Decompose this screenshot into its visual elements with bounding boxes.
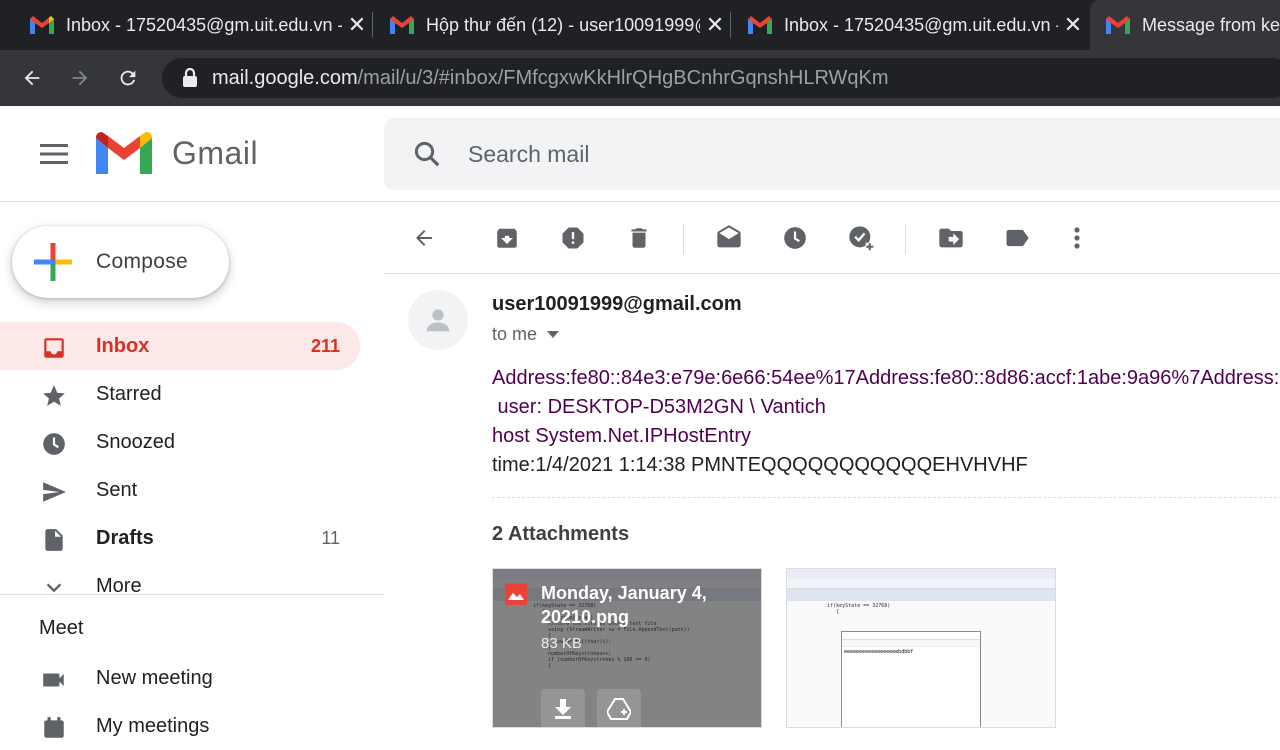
label-tag-icon[interactable]	[997, 218, 1037, 258]
browser-toolbar: mail.google.com/mail/u/3/#inbox/FMfcgxwK…	[0, 50, 1280, 106]
gmail-favicon-icon	[390, 16, 414, 34]
sidebar-item-label: New meeting	[96, 666, 213, 689]
sidebar-item-label: Drafts	[96, 526, 154, 549]
star-icon	[40, 382, 68, 410]
tab-title: Inbox - 17520435@gm.uit.edu.vn - Gmail	[66, 14, 342, 35]
calendar-icon	[40, 714, 68, 742]
body-line-host: host System.Net.IPHostEntry	[492, 425, 751, 447]
compose-plus-icon	[34, 243, 72, 281]
attachment-filesize: 83 KB	[541, 635, 582, 652]
attachment-info: Monday, January 4, 20210.png 83 KB	[541, 581, 741, 652]
toolbar-separator	[683, 224, 684, 254]
snooze-clock-icon[interactable]	[775, 218, 815, 258]
mark-unread-icon[interactable]	[709, 218, 749, 258]
video-camera-icon	[40, 666, 68, 694]
gmail-favicon-icon	[1106, 16, 1130, 34]
draft-icon	[40, 526, 68, 554]
inbox-icon	[40, 334, 68, 362]
chevron-down-icon	[40, 574, 68, 602]
meet-section-title: Meet	[39, 617, 84, 639]
close-tab-icon[interactable]: ✕	[342, 12, 372, 38]
drafts-count: 11	[321, 527, 340, 548]
sender-avatar[interactable]	[408, 290, 468, 350]
sidebar-item-drafts[interactable]: Drafts 11	[0, 514, 360, 562]
gmail-wordmark: Gmail	[172, 134, 259, 171]
attachment-card-2[interactable]: if(keyState == 32768) { eeeeeeeeeeeeeeee…	[786, 568, 1056, 728]
attachments-divider	[492, 497, 1280, 498]
sidebar-item-label: Starred	[96, 382, 162, 405]
toolbar-separator	[905, 224, 906, 254]
send-icon	[40, 478, 68, 506]
tab-title: Message from keylogger	[1142, 14, 1280, 35]
more-options-icon[interactable]	[1057, 218, 1097, 258]
url-text: mail.google.com/mail/u/3/#inbox/FMfcgxwK…	[212, 67, 889, 90]
browser-tab-4-active[interactable]: Message from keylogger	[1090, 0, 1280, 50]
sidebar-item-inbox[interactable]: Inbox 211	[0, 322, 360, 370]
compose-button[interactable]: Compose	[12, 226, 229, 298]
attachment-thumbnail: if(keyState == 32768) { eeeeeeeeeeeeeeee…	[787, 569, 1055, 727]
attachment-card-1[interactable]: if(keyState == 32768) { sw.Write((char) …	[492, 568, 762, 728]
attachments-title: 2 Attachments	[492, 523, 630, 545]
add-to-tasks-icon[interactable]	[841, 218, 881, 258]
search-icon[interactable]	[412, 139, 442, 169]
sidebar-item-more[interactable]: More	[0, 562, 360, 610]
body-line-time: time:1/4/2021 1:14:38 PMNTEQQQQQQQQQQQEH…	[492, 454, 1028, 476]
compose-label: Compose	[96, 250, 188, 273]
browser-tab-2[interactable]: Hộp thư đến (12) - user10091999@gmail.co…	[372, 0, 730, 50]
person-icon	[426, 309, 450, 332]
gmail-header: Gmail Search mail	[0, 106, 1280, 202]
back-to-inbox-icon[interactable]	[404, 218, 444, 258]
browser-tab-1[interactable]: Inbox - 17520435@gm.uit.edu.vn - Gmail ✕	[0, 0, 372, 50]
attachment-filename: Monday, January 4, 20210.png	[541, 583, 707, 627]
sidebar-item-label: My meetings	[96, 714, 210, 737]
reload-icon[interactable]	[110, 60, 146, 96]
address-bar[interactable]: mail.google.com/mail/u/3/#inbox/FMfcgxwK…	[162, 58, 1280, 98]
clock-icon	[40, 430, 68, 458]
browser-tab-strip: Inbox - 17520435@gm.uit.edu.vn - Gmail ✕…	[0, 0, 1280, 50]
inbox-unread-count: 211	[310, 335, 340, 356]
url-host: mail.google.com	[212, 66, 358, 89]
caret-down-icon[interactable]	[547, 330, 560, 339]
sidebar-item-label: Snoozed	[96, 430, 175, 453]
gmail-favicon-icon	[30, 16, 54, 34]
sidebar-divider	[0, 594, 384, 595]
close-tab-icon[interactable]: ✕	[700, 12, 730, 38]
sidebar-item-label: Inbox	[96, 334, 150, 357]
forward-arrow-icon[interactable]	[62, 60, 98, 96]
delete-trash-icon[interactable]	[619, 218, 659, 258]
image-file-icon	[505, 583, 527, 605]
save-to-drive-icon[interactable]	[597, 689, 641, 727]
message-toolbar	[384, 202, 1280, 274]
message-body: Address:fe80::84e3:e79e:6e66:54ee%17Addr…	[492, 364, 1280, 480]
sidebar-item-new-meeting[interactable]: New meeting	[0, 654, 360, 702]
move-to-folder-icon[interactable]	[931, 218, 971, 258]
tab-title: Hộp thư đến (12) - user10091999@gmail.co…	[426, 14, 700, 35]
close-tab-icon[interactable]: ✕	[1058, 12, 1088, 38]
back-arrow-icon[interactable]	[14, 60, 50, 96]
body-line-user: user: DESKTOP-D53M2GN \ Vantich	[492, 396, 826, 418]
main-menu-icon[interactable]	[30, 134, 78, 174]
sidebar-item-label: Sent	[96, 478, 138, 501]
search-bar[interactable]: Search mail	[384, 118, 1280, 190]
browser-tab-3[interactable]: Inbox - 17520435@gm.uit.edu.vn - Gmail ✕	[730, 0, 1088, 50]
notepad-window-thumbnail: eeeeeeeeeeeeeeeeeebdbbf	[841, 631, 981, 727]
tab-title: Inbox - 17520435@gm.uit.edu.vn - Gmail	[784, 14, 1058, 35]
sidebar-item-snoozed[interactable]: Snoozed	[0, 418, 360, 466]
sidebar-item-my-meetings[interactable]: My meetings	[0, 702, 360, 750]
gmail-favicon-icon	[748, 16, 772, 34]
gmail-logo[interactable]: Gmail	[96, 132, 258, 174]
to-me-label: to me	[492, 324, 538, 344]
sidebar-item-starred[interactable]: Starred	[0, 370, 360, 418]
download-icon[interactable]	[541, 689, 585, 727]
archive-icon[interactable]	[487, 218, 527, 258]
body-line-address: Address:fe80::84e3:e79e:6e66:54ee%17Addr…	[492, 367, 1280, 389]
lock-icon	[183, 68, 197, 87]
url-path: /mail/u/3/#inbox/FMfcgxwKkHlrQHgBCnhrGqn…	[357, 66, 889, 89]
sender-email[interactable]: user10091999@gmail.com	[492, 293, 742, 316]
report-spam-icon[interactable]	[553, 218, 593, 258]
gmail-m-logo-icon	[96, 132, 152, 174]
sidebar-item-sent[interactable]: Sent	[0, 466, 360, 514]
recipient-summary[interactable]: to me	[492, 324, 560, 345]
search-input[interactable]: Search mail	[468, 141, 589, 168]
